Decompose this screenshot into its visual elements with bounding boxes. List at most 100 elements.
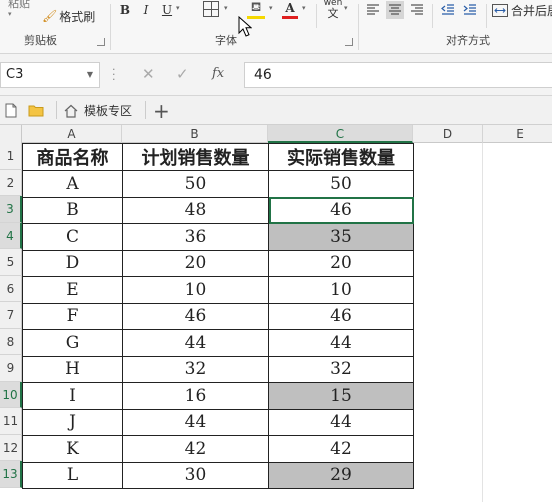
phonetic-guide-button[interactable]: 文 [325, 7, 341, 20]
table-row: C 36 35 [22, 223, 414, 251]
bold-button[interactable]: B [116, 1, 134, 19]
align-right-button[interactable] [408, 1, 426, 19]
cell[interactable]: A [22, 170, 123, 198]
paste-button[interactable]: 粘贴 [4, 0, 34, 10]
select-all-corner[interactable] [0, 125, 22, 143]
open-folder-icon[interactable] [28, 96, 44, 125]
cell[interactable]: 30 [122, 461, 269, 489]
new-file-icon[interactable] [5, 96, 17, 125]
active-cell[interactable]: 46 [268, 196, 414, 224]
column-header-d[interactable]: D [413, 125, 483, 143]
fill-dropdown-icon[interactable]: ▾ [269, 4, 273, 12]
underline-button[interactable]: U [158, 1, 176, 19]
row-header[interactable]: 7 [0, 302, 22, 329]
table-row: K 42 42 [22, 435, 414, 463]
font-color-dropdown-icon[interactable]: ▾ [302, 4, 306, 12]
font-color-button[interactable]: A [282, 0, 298, 16]
cell[interactable]: D [22, 249, 123, 277]
header-cell[interactable]: 商品名称 [22, 143, 123, 171]
cell[interactable]: 42 [122, 435, 269, 463]
cell[interactable]: 10 [122, 276, 269, 304]
row-header[interactable]: 5 [0, 249, 22, 276]
cell[interactable]: F [22, 302, 123, 330]
column-header-a[interactable]: A [22, 125, 122, 143]
cell[interactable]: 32 [268, 355, 414, 383]
align-center-button[interactable] [386, 1, 404, 19]
merge-center-button[interactable]: 合并后居 [492, 1, 552, 19]
increase-indent-button[interactable] [461, 1, 479, 19]
border-button[interactable] [203, 1, 219, 17]
paste-dropdown-icon[interactable]: ▾ [8, 10, 12, 18]
row-header[interactable]: 10 [0, 381, 22, 408]
add-tab-button[interactable]: + [153, 96, 170, 125]
cell[interactable]: 32 [122, 355, 269, 383]
tab-template-zone[interactable]: 模板专区 [64, 96, 132, 125]
cell[interactable]: C [22, 223, 123, 251]
column-e-cells[interactable] [483, 143, 552, 502]
row-header[interactable]: 1 [0, 143, 22, 170]
home-icon [64, 104, 78, 118]
cell[interactable]: 16 [122, 382, 269, 410]
cell[interactable]: 44 [122, 408, 269, 436]
row-header[interactable]: 12 [0, 434, 22, 461]
cell[interactable]: H [22, 355, 123, 383]
phonetic-dropdown-icon[interactable]: ▾ [344, 4, 348, 12]
cell[interactable]: 42 [268, 435, 414, 463]
table-row: G 44 44 [22, 329, 414, 357]
cancel-icon[interactable]: ✕ [142, 65, 155, 83]
border-dropdown-icon[interactable]: ▾ [224, 4, 228, 12]
cell[interactable]: J [22, 408, 123, 436]
cell[interactable]: E [22, 276, 123, 304]
row-header[interactable]: 2 [0, 169, 22, 196]
decrease-indent-button[interactable] [439, 1, 457, 19]
column-header-e[interactable]: E [483, 125, 552, 143]
cell[interactable]: 20 [122, 249, 269, 277]
cell[interactable]: 10 [268, 276, 414, 304]
cell[interactable]: L [22, 461, 123, 489]
cell[interactable]: K [22, 435, 123, 463]
insert-function-button[interactable]: fx [212, 66, 224, 81]
column-header-c[interactable]: C [268, 125, 413, 143]
cell[interactable]: 20 [268, 249, 414, 277]
align-left-button[interactable] [364, 1, 382, 19]
column-d-cells[interactable] [413, 143, 483, 502]
cell[interactable]: 50 [122, 170, 269, 198]
name-box-dropdown-icon[interactable]: ▼ [87, 70, 93, 79]
name-box-value: C3 [6, 67, 24, 82]
cell[interactable]: 46 [268, 302, 414, 330]
highlighted-cell[interactable]: 15 [268, 382, 414, 410]
cell[interactable]: 36 [122, 223, 269, 251]
header-cell[interactable]: 实际销售数量 [268, 143, 414, 171]
highlighted-cell[interactable]: 35 [268, 223, 414, 251]
cell[interactable]: 44 [268, 329, 414, 357]
row-header[interactable]: 8 [0, 328, 22, 355]
row-header[interactable]: 4 [0, 222, 22, 249]
fill-color-button[interactable]: ⛾ [247, 0, 265, 16]
cell[interactable]: 44 [122, 329, 269, 357]
cell[interactable]: 46 [122, 302, 269, 330]
row-header[interactable]: 3 [0, 196, 22, 223]
italic-button[interactable]: I [137, 1, 155, 19]
clipboard-launcher-icon[interactable] [97, 38, 105, 46]
cell[interactable]: 48 [122, 196, 269, 224]
underline-dropdown-icon[interactable]: ▾ [176, 4, 180, 12]
cell[interactable]: I [22, 382, 123, 410]
row-header[interactable]: 11 [0, 408, 22, 435]
highlighted-cell[interactable]: 29 [268, 461, 414, 489]
cell[interactable]: G [22, 329, 123, 357]
row-header[interactable]: 9 [0, 355, 22, 382]
row-header[interactable]: 6 [0, 275, 22, 302]
header-cell[interactable]: 计划销售数量 [122, 143, 269, 171]
row-header[interactable]: 13 [0, 461, 22, 488]
cell[interactable]: 44 [268, 408, 414, 436]
ribbon-divider [486, 4, 487, 28]
enter-icon[interactable]: ✓ [176, 65, 189, 83]
ribbon-divider [316, 4, 317, 28]
column-header-b[interactable]: B [122, 125, 268, 143]
cell[interactable]: B [22, 196, 123, 224]
formula-input[interactable]: 46 [244, 62, 552, 88]
format-painter-button[interactable]: 🖌 格式刷 [42, 7, 95, 25]
name-box[interactable]: C3 ▼ [0, 62, 100, 88]
cell[interactable]: 50 [268, 170, 414, 198]
font-launcher-icon[interactable] [345, 38, 353, 46]
